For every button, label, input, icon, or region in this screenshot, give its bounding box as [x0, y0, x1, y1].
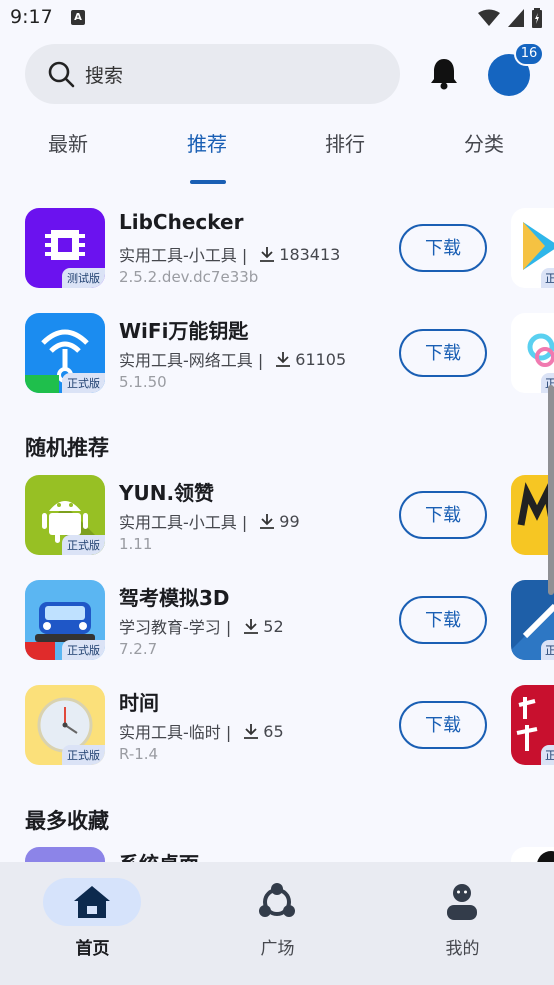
download-button[interactable]: 下载 [399, 224, 487, 272]
download-count-icon [244, 724, 259, 739]
peek-badge: 正 [541, 640, 554, 660]
app-version: R-1.4 [119, 745, 159, 763]
app-meta: 学习教育-学习 | 52 [119, 614, 284, 638]
community-icon [259, 883, 295, 917]
tab-indicator [190, 180, 226, 184]
app-category: 实用工具-临时 | [119, 723, 232, 742]
dark-circle-icon [537, 851, 554, 862]
launcher-app-icon [25, 847, 105, 862]
app-category: 实用工具-网络工具 | [119, 351, 264, 370]
nav-item-community[interactable]: 广场 [185, 862, 370, 985]
profile-icon [447, 884, 477, 920]
list-item[interactable]: 正式版 WiFi万能钥匙 实用工具-网络工具 | 61105 5.1.50 下载… [0, 313, 554, 413]
nav-label-home: 首页 [75, 939, 110, 959]
nav-item-profile[interactable]: 我的 [370, 862, 554, 985]
app-name: LibChecker [119, 210, 244, 234]
release-badge: 正式版 [62, 745, 105, 765]
app-version: 5.1.50 [119, 373, 167, 391]
list-item[interactable]: 正式版 驾考模拟3D 学习教育-学习 | 52 7.2.7 下载 正 [0, 580, 554, 680]
peek-app-icon[interactable] [511, 847, 554, 862]
release-badge: 测试版 [62, 268, 105, 288]
tab-recommended[interactable]: 推荐 [187, 128, 227, 157]
release-badge: 正式版 [62, 373, 105, 393]
search-placeholder: 搜索 [85, 64, 124, 87]
home-icon [74, 886, 110, 918]
wifi-icon [478, 9, 500, 26]
tab-ranking[interactable]: 排行 [325, 128, 365, 157]
app-category: 实用工具-小工具 | [119, 246, 248, 265]
tab-category[interactable]: 分类 [464, 128, 504, 157]
bell-icon[interactable] [426, 55, 462, 91]
tab-latest[interactable]: 最新 [48, 128, 88, 157]
driving-app-icon: 正式版 [25, 580, 105, 660]
status-bar: 9:17 A [0, 0, 554, 38]
app-meta: 实用工具-临时 | 65 [119, 719, 284, 743]
peek-badge: 正 [541, 268, 554, 288]
download-count: 183413 [279, 244, 341, 264]
nav-label-community: 广场 [260, 939, 295, 959]
download-button[interactable]: 下载 [399, 596, 487, 644]
app-version: 2.5.2.dev.dc7e33b [119, 268, 259, 286]
list-item[interactable]: 正式版 时间 实用工具-临时 | 65 R-1.4 下载 正 [0, 685, 554, 785]
scrollbar[interactable] [548, 385, 554, 595]
download-count: 65 [263, 721, 284, 741]
app-name: 驾考模拟3D [119, 586, 230, 610]
section-title-favorites: 最多收藏 [25, 809, 109, 833]
notification-badge: 16 [514, 42, 544, 66]
list-item[interactable]: 系统桌面 [0, 847, 554, 862]
search-icon [48, 61, 75, 88]
peek-app-icon[interactable]: 正 [511, 685, 554, 765]
release-badge: 正式版 [62, 640, 105, 660]
download-count-icon [244, 619, 259, 634]
signal-icon [508, 9, 524, 27]
app-category: 实用工具-小工具 | [119, 513, 248, 532]
android-app-icon: 正式版 [25, 475, 105, 555]
battery-icon [532, 8, 542, 28]
download-count: 61105 [295, 349, 347, 369]
app-category: 学习教育-学习 | [119, 618, 232, 637]
app-version: 1.11 [119, 535, 153, 553]
clock-app-icon: 正式版 [25, 685, 105, 765]
download-count: 52 [263, 616, 284, 636]
list-item[interactable]: 测试版 LibChecker 实用工具-小工具 | 183413 2.5.2.d… [0, 208, 554, 308]
app-name: 系统桌面 [119, 848, 199, 862]
download-count: 99 [279, 511, 300, 531]
app-meta: 实用工具-网络工具 | 61105 [119, 347, 346, 371]
app-meta: 实用工具-小工具 | 99 [119, 509, 300, 533]
nav-item-home[interactable]: 首页 [0, 862, 185, 985]
status-time: 9:17 [10, 6, 53, 28]
nav-label-profile: 我的 [445, 939, 480, 959]
section-title-random: 随机推荐 [25, 436, 109, 460]
libchecker-app-icon: 测试版 [25, 208, 105, 288]
peek-app-icon[interactable]: 正 [511, 313, 554, 393]
app-version: 7.2.7 [119, 640, 158, 658]
peek-badge: 正 [541, 745, 554, 765]
download-button[interactable]: 下载 [399, 701, 487, 749]
app-name: WiFi万能钥匙 [119, 319, 249, 343]
download-count-icon [260, 247, 275, 262]
download-button[interactable]: 下载 [399, 329, 487, 377]
bottom-nav: 首页 广场 我的 [0, 862, 554, 985]
download-count-icon [276, 352, 291, 367]
app-meta: 实用工具-小工具 | 183413 [119, 242, 340, 266]
release-badge: 正式版 [62, 535, 105, 555]
peek-app-icon[interactable]: 正 [511, 208, 554, 288]
download-count-icon [260, 514, 275, 529]
status-icons [478, 8, 542, 28]
app-name: 时间 [119, 691, 159, 715]
wifi-key-app-icon: 正式版 [25, 313, 105, 393]
download-button[interactable]: 下载 [399, 491, 487, 539]
search-input[interactable]: 搜索 [25, 44, 400, 104]
app-name: YUN.领赞 [119, 481, 215, 505]
notification-a-icon: A [71, 10, 85, 25]
tab-bar: 最新 推荐 排行 分类 [0, 128, 554, 186]
list-item[interactable]: 正式版 YUN.领赞 实用工具-小工具 | 99 1.11 下载 [0, 475, 554, 575]
